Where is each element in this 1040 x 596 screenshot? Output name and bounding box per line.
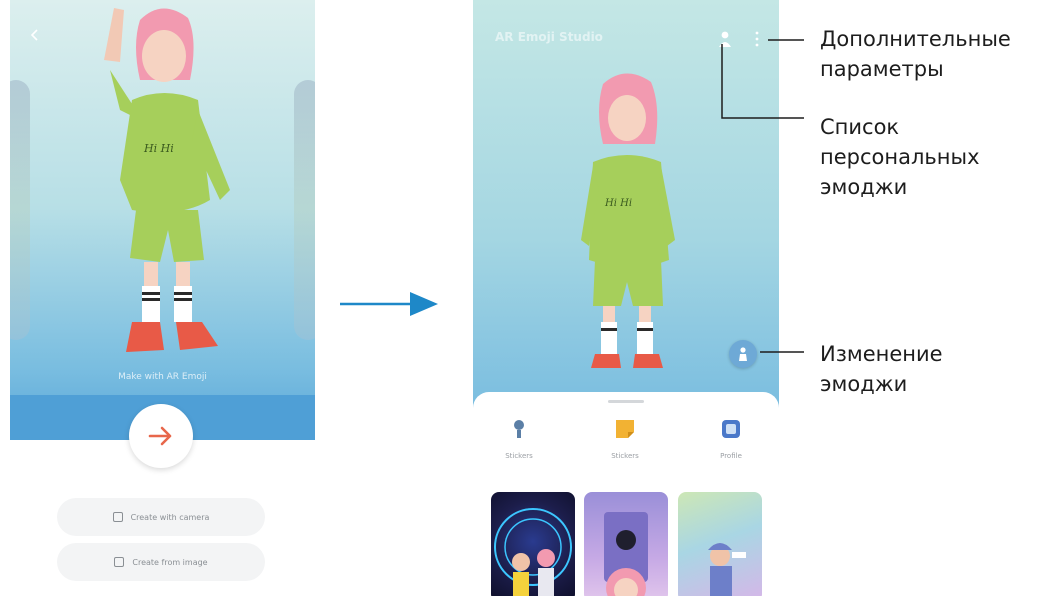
category-label: Stickers <box>611 452 639 460</box>
category-profile[interactable]: Profile <box>701 418 761 460</box>
arrow-right-icon <box>148 426 172 446</box>
category-stickers-mic[interactable]: Stickers <box>489 418 549 460</box>
image-icon <box>114 557 125 567</box>
create-from-image-label: Create from image <box>132 557 208 567</box>
mic-avatar-icon <box>514 420 524 438</box>
create-with-camera-button[interactable]: Create with camera <box>57 498 265 536</box>
sheet-handle[interactable] <box>608 400 644 403</box>
transition-arrow-icon <box>340 292 438 316</box>
callout-edit-emoji: Изменение эмоджи <box>820 342 943 396</box>
avatar-figure: Hi Hi <box>581 73 675 368</box>
template-image <box>494 508 572 596</box>
svg-text:Hi Hi: Hi Hi <box>143 142 174 155</box>
back-icon[interactable] <box>28 28 42 42</box>
studio-title: AR Emoji Studio <box>495 30 603 44</box>
create-emoji-screen: Hi Hi Make with AR Emoji Create with cam… <box>10 0 315 596</box>
template-image <box>708 543 746 596</box>
svg-text:Hi Hi: Hi Hi <box>604 198 632 209</box>
create-from-image-button[interactable]: Create from image <box>57 543 265 581</box>
create-with-camera-label: Create with camera <box>130 512 210 522</box>
avatar-preview-right[interactable] <box>294 80 315 340</box>
avatar-name-label: Make with AR Emoji <box>118 372 207 382</box>
category-label: Profile <box>720 452 742 460</box>
template-thumbnail[interactable] <box>491 492 575 596</box>
avatar-figure: Hi Hi <box>104 8 230 352</box>
callout-emoji-list: Список персональных эмоджи <box>820 115 980 199</box>
template-thumbnail[interactable] <box>678 492 762 596</box>
content-sheet: Stickers Stickers Profile <box>473 392 779 596</box>
template-thumbnail[interactable] <box>584 492 668 596</box>
template-image <box>604 512 648 596</box>
avatar-preview-left[interactable] <box>10 80 30 340</box>
sticker-icon <box>616 420 634 438</box>
category-label: Stickers <box>505 452 533 460</box>
category-stickers[interactable]: Stickers <box>595 418 655 460</box>
next-button[interactable] <box>129 404 193 468</box>
callout-leaders <box>721 39 804 353</box>
camera-icon <box>112 512 123 522</box>
profile-card-icon <box>722 420 740 438</box>
callout-more-options: Дополнительные параметры <box>820 27 1011 81</box>
